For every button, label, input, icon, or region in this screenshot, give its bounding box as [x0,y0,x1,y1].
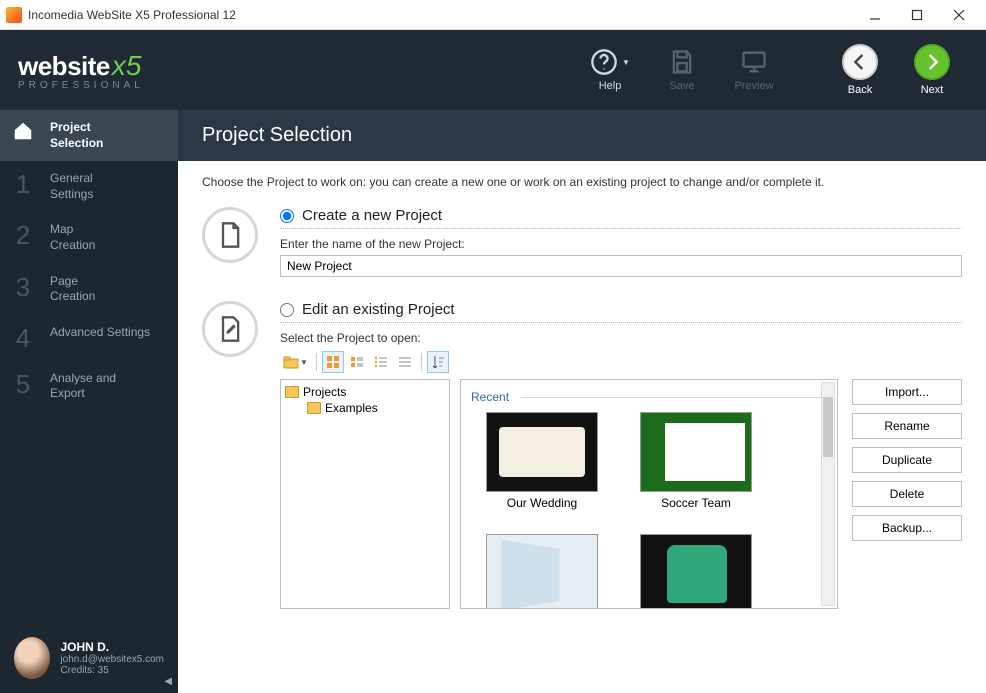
step-number: 2 [10,222,36,248]
sidebar-item-label: General [50,171,93,185]
next-button[interactable]: Next [896,35,968,105]
brand-edition: PROFESSIONAL [18,80,144,91]
user-email: john.d@websitex5.com [60,654,164,665]
preview-button[interactable]: Preview [718,35,790,105]
backup-button[interactable]: Backup... [852,515,962,541]
thumb-image [640,534,752,609]
sidebar-item-label: Creation [50,289,95,303]
view-tiles-button[interactable] [346,351,368,373]
sidebar-item-label: Export [50,386,85,400]
create-field-label: Enter the name of the new Project: [280,237,962,251]
edit-document-icon [202,301,258,357]
edit-field-label: Select the Project to open: [280,331,962,345]
view-list-button[interactable] [370,351,392,373]
gallery-scrollbar[interactable] [821,382,835,606]
app-icon [6,7,22,23]
brand-suffix: x5 [112,50,142,82]
project-actions: Import... Rename Duplicate Delete Backup… [852,379,962,609]
rename-button[interactable]: Rename [852,413,962,439]
step-number: 3 [10,274,36,300]
sidebar-collapse-icon[interactable]: ◀ [164,676,172,687]
thumb-label: Our Wedding [507,496,577,510]
sidebar-item-page-creation[interactable]: 3 PageCreation [0,264,178,315]
new-document-icon [202,207,258,263]
option-edit-project: Edit an existing Project Select the Proj… [202,301,962,609]
view-details-button[interactable] [394,351,416,373]
sort-button[interactable] [427,351,449,373]
step-number: 4 [10,325,36,351]
step-number: 1 [10,171,36,197]
sidebar-item-general-settings[interactable]: 1 General Settings [0,161,178,212]
home-icon [10,120,36,146]
page-title: Project Selection [178,110,986,161]
import-button[interactable]: Import... [852,379,962,405]
save-label: Save [669,80,694,92]
gallery-group-label: Recent [471,390,827,404]
folder-icon [285,386,299,398]
view-toolbar: ▼ [280,351,962,373]
sidebar-item-label: Advanced Settings [50,325,150,339]
user-name: JOHN D. [60,640,164,654]
app-header: website x5 PROFESSIONAL ▼ Help Save Prev… [0,30,986,110]
chevron-down-icon: ▼ [622,58,630,67]
delete-button[interactable]: Delete [852,481,962,507]
tree-label: Examples [325,401,378,415]
sidebar-item-analyse-export[interactable]: 5 Analyse andExport [0,361,178,412]
sidebar: Project Selection 1 General Settings 2 Map… [0,110,178,693]
option-create-project: Create a new Project Enter the name of t… [202,207,962,277]
next-label: Next [921,84,944,96]
project-name-input[interactable] [280,255,962,277]
radio-edit[interactable] [280,303,294,317]
sidebar-item-label: Map [50,222,73,236]
close-button[interactable] [938,1,980,29]
back-label: Back [848,84,872,96]
sidebar-item-label: Analyse and [50,371,116,385]
page-description: Choose the Project to work on: you can c… [178,161,986,189]
user-panel[interactable]: JOHN D. john.d@websitex5.com Credits: 35 [0,623,178,693]
project-tree[interactable]: Projects Examples [280,379,450,609]
project-thumb[interactable]: Game [631,534,761,609]
sidebar-item-label: Creation [50,238,95,252]
user-credits: Credits: 35 [60,665,164,676]
project-thumb[interactable]: Our Wedding [477,412,607,510]
help-label: Help [599,80,622,92]
project-thumb[interactable]: Example [477,534,607,609]
radio-create[interactable] [280,209,294,223]
tree-label: Projects [303,385,346,399]
minimize-button[interactable] [854,1,896,29]
project-thumb[interactable]: Soccer Team [631,412,761,510]
sidebar-item-label: Project [50,120,91,134]
main-panel: Project Selection Choose the Project to … [178,110,986,693]
preview-label: Preview [734,80,773,92]
sidebar-item-project-selection[interactable]: Project Selection [0,110,178,161]
sidebar-item-label: Selection [50,136,103,150]
thumb-image [486,412,598,492]
sidebar-item-map-creation[interactable]: 2 Map Creation [0,212,178,263]
window-title: Incomedia WebSite X5 Professional 12 [28,8,236,22]
logo: website x5 PROFESSIONAL [18,50,144,91]
duplicate-button[interactable]: Duplicate [852,447,962,473]
folder-open-button[interactable]: ▼ [280,351,311,373]
view-large-icons-button[interactable] [322,351,344,373]
back-button[interactable]: Back [824,35,896,105]
thumb-label: Soccer Team [661,496,731,510]
sidebar-item-label: Settings [50,187,93,201]
folder-icon [307,402,321,414]
edit-title: Edit an existing Project [302,301,455,318]
sidebar-item-label: Page [50,274,78,288]
project-gallery: Recent Our Wedding Soccer Team Example G… [460,379,838,609]
tree-root[interactable]: Projects [285,384,445,400]
thumb-image [486,534,598,609]
brand-name: website [18,51,110,82]
title-bar: Incomedia WebSite X5 Professional 12 [0,0,986,30]
create-title: Create a new Project [302,207,442,224]
help-button[interactable]: ▼ Help [574,35,646,105]
avatar [14,637,50,679]
step-number: 5 [10,371,36,397]
tree-child[interactable]: Examples [285,400,445,416]
maximize-button[interactable] [896,1,938,29]
save-button[interactable]: Save [646,35,718,105]
thumb-image [640,412,752,492]
sidebar-item-advanced-settings[interactable]: 4 Advanced Settings [0,315,178,361]
